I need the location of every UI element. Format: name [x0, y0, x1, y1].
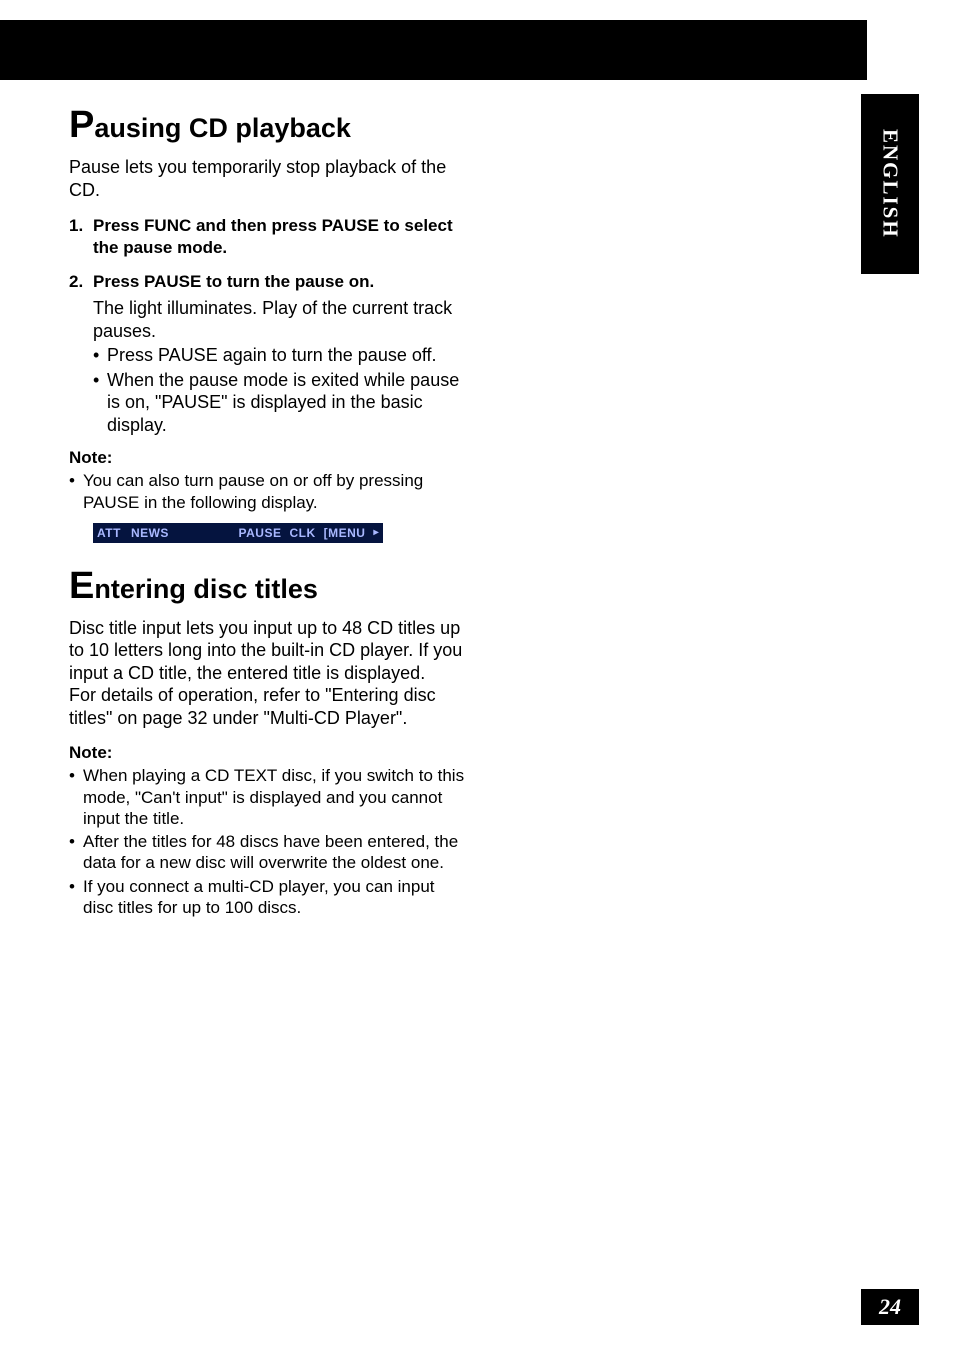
manual-page: ENGLISH Pausing CD playback Pause lets y…	[0, 0, 954, 1355]
note-bullet: • When playing a CD TEXT disc, if you sw…	[69, 765, 469, 829]
lcd-menu: [MENU	[324, 526, 366, 540]
step-text: Press PAUSE to turn the pause on.	[93, 271, 374, 293]
lcd-clk: CLK	[289, 526, 315, 540]
note-text: After the titles for 48 discs have been …	[83, 831, 469, 874]
bullet-text: When the pause mode is exited while paus…	[107, 369, 469, 437]
lcd-pause: PAUSE	[239, 526, 282, 540]
page-number: 24	[879, 1294, 901, 1320]
section-heading-entering: Entering disc titles	[69, 569, 469, 605]
lcd-att: ATT	[97, 526, 121, 540]
content-column: Pausing CD playback Pause lets you tempo…	[69, 108, 469, 920]
step-number: 1.	[69, 215, 93, 259]
bullet-icon: •	[93, 344, 107, 367]
note-heading: Note:	[69, 448, 469, 468]
heading-rest: ntering disc titles	[94, 574, 318, 604]
step-1: 1. Press FUNC and then press PAUSE to se…	[69, 215, 469, 259]
header-bar	[0, 20, 867, 80]
note-text: When playing a CD TEXT disc, if you swit…	[83, 765, 469, 829]
language-tab: ENGLISH	[861, 94, 919, 274]
heading-dropcap: P	[69, 104, 94, 146]
note-text: You can also turn pause on or off by pre…	[83, 470, 469, 513]
note-heading: Note:	[69, 743, 469, 763]
bullet-icon: •	[93, 369, 107, 437]
section-heading-pausing: Pausing CD playback	[69, 108, 469, 144]
heading-rest: ausing CD playback	[94, 113, 351, 143]
heading-dropcap: E	[69, 565, 94, 607]
bullet-icon: •	[69, 470, 83, 513]
step-description: The light illuminates. Play of the curre…	[93, 297, 469, 342]
intro-text: Pause lets you temporarily stop playback…	[69, 156, 469, 201]
note-text: If you connect a multi-CD player, you ca…	[83, 876, 469, 919]
arrow-icon: ▸	[373, 527, 379, 538]
bullet-icon: •	[69, 876, 83, 919]
bullet-text: Press PAUSE again to turn the pause off.	[107, 344, 437, 367]
lcd-news: NEWS	[131, 526, 169, 540]
page-number-box: 24	[861, 1289, 919, 1325]
language-label: ENGLISH	[878, 129, 903, 239]
sub-bullet: • Press PAUSE again to turn the pause of…	[93, 344, 469, 367]
step-2: 2. Press PAUSE to turn the pause on. The…	[69, 271, 469, 436]
lcd-display: ATT NEWS PAUSE CLK [MENU ▸	[93, 523, 383, 543]
bullet-icon: •	[69, 765, 83, 829]
sub-bullet: • When the pause mode is exited while pa…	[93, 369, 469, 437]
bullet-icon: •	[69, 831, 83, 874]
step-number: 2.	[69, 271, 93, 293]
intro-text: Disc title input lets you input up to 48…	[69, 617, 469, 730]
step-text: Press FUNC and then press PAUSE to selec…	[93, 215, 469, 259]
note-bullet: • You can also turn pause on or off by p…	[69, 470, 469, 513]
note-bullet: • If you connect a multi-CD player, you …	[69, 876, 469, 919]
note-bullet: • After the titles for 48 discs have bee…	[69, 831, 469, 874]
